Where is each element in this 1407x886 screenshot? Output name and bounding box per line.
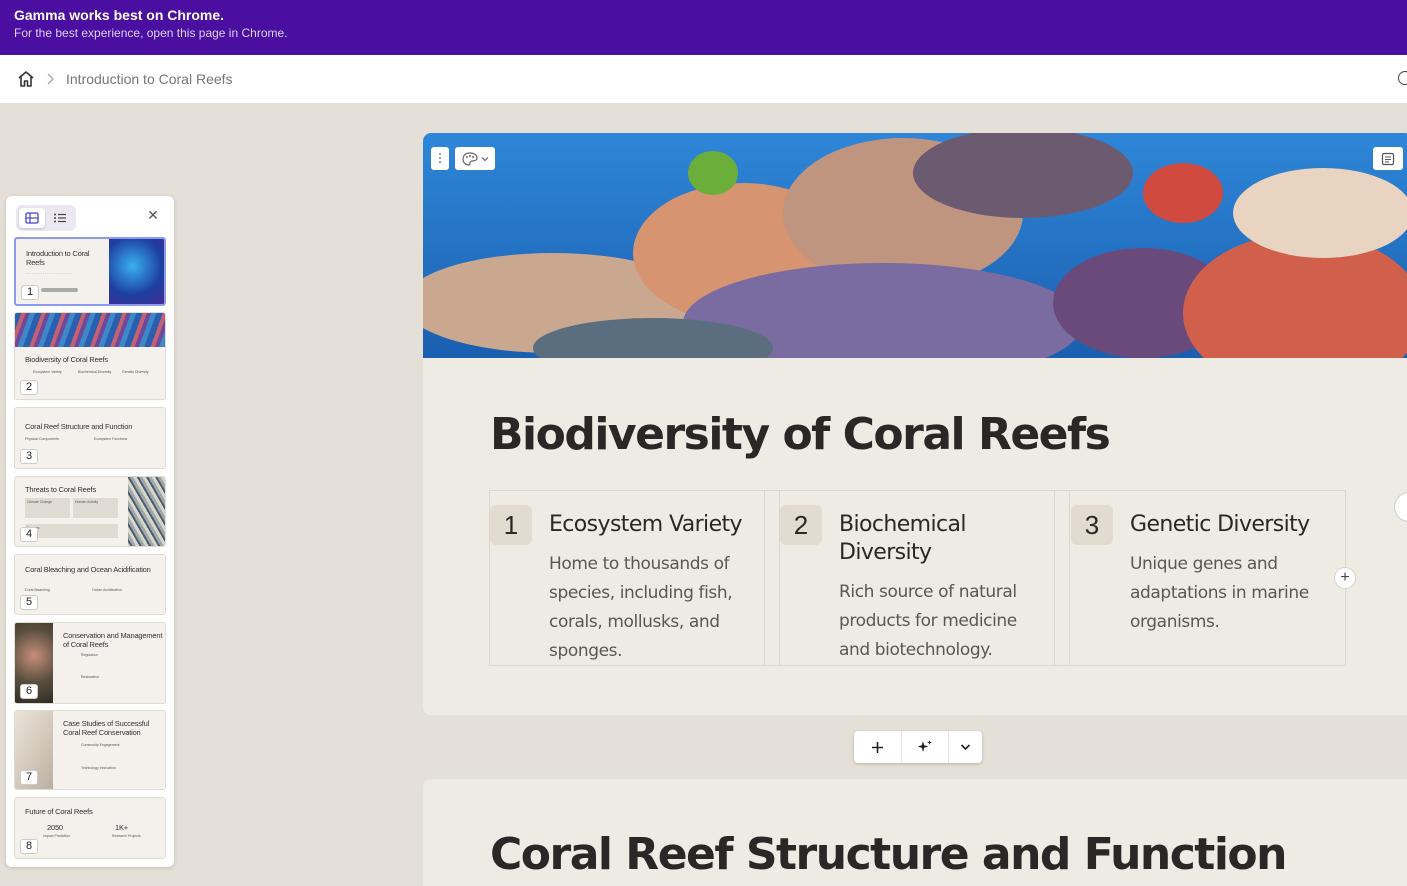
- thumb-title: Future of Coral Reefs: [25, 807, 93, 816]
- column-divider: [764, 491, 780, 665]
- thumb-item: Ecosystem Functions: [94, 437, 128, 441]
- thumb-title: Biodiversity of Coral Reefs: [25, 355, 108, 364]
- close-icon[interactable]: ✕: [146, 208, 160, 222]
- thumb-title: Threats to Coral Reefs: [25, 485, 97, 494]
- slide-number: 8: [20, 839, 38, 854]
- column-title[interactable]: Ecosystem Variety: [549, 511, 754, 539]
- slide-number: 3: [20, 449, 38, 464]
- list-icon: [54, 213, 66, 223]
- thumb-stat-label: Research Projects: [112, 834, 141, 838]
- add-card-button[interactable]: [854, 731, 901, 763]
- view-toggle: [16, 205, 76, 231]
- thumb-item: Coral Bleaching: [25, 588, 50, 592]
- slide-heading[interactable]: Coral Reef Structure and Function: [490, 829, 1287, 880]
- thumb-text: · · · · · · · · · · · · · · · · · · · · …: [26, 272, 73, 276]
- slide-number: 1: [21, 285, 39, 300]
- home-icon[interactable]: [17, 70, 35, 88]
- top-bar: Introduction to Coral Reefs: [0, 55, 1407, 104]
- thumb-image: [15, 313, 165, 347]
- column-number: 2: [780, 505, 822, 545]
- thumb-item: Ocean Acidification: [92, 588, 122, 592]
- slide-thumbnail-6[interactable]: Conservation and Management of Coral Ree…: [14, 622, 166, 704]
- palette-icon: [461, 151, 478, 166]
- banner-title: Gamma works best on Chrome.: [14, 7, 225, 23]
- slide-card-biodiversity[interactable]: ⋮ Biodiversity of Coral Reefs 1 Ecosyste…: [423, 133, 1407, 715]
- grid-icon: [25, 212, 39, 224]
- add-card-toolbar: [854, 731, 982, 763]
- column-title[interactable]: Genetic Diversity: [1130, 511, 1335, 539]
- slide-number: 2: [20, 380, 38, 395]
- column-title[interactable]: Biochemical Diversity: [839, 511, 1044, 567]
- thumb-title: Conservation and Management of Coral Ree…: [63, 631, 163, 649]
- thumb-image: [128, 477, 165, 546]
- slide-number: 5: [20, 595, 38, 610]
- coral-reef-image: [423, 133, 1407, 358]
- column-divider: [1054, 491, 1070, 665]
- card-menu-button[interactable]: ⋮: [431, 147, 449, 170]
- slide-number: 4: [20, 527, 38, 542]
- speaker-notes-button[interactable]: [1373, 147, 1403, 170]
- slide-number: 6: [20, 684, 38, 699]
- thumb-stat: 2050: [47, 823, 63, 832]
- slide-thumbnail-5[interactable]: Coral Bleaching and Ocean Acidification …: [14, 554, 166, 615]
- ai-generate-button[interactable]: [902, 731, 948, 763]
- columns-block: 1 Ecosystem Variety Home to thousands of…: [489, 490, 1346, 666]
- column-number: 1: [490, 505, 532, 545]
- card-style-button[interactable]: [455, 147, 495, 170]
- slide-thumbnail-panel: ✕ Introduction to Coral Reefs · · · · · …: [6, 196, 174, 867]
- slide-thumbnail-2[interactable]: Biodiversity of Coral Reefs Ecosystem Va…: [14, 312, 166, 400]
- thumb-box: Species: [25, 524, 118, 538]
- hero-image: [423, 133, 1407, 358]
- chevron-right-icon: [47, 73, 54, 85]
- column-3[interactable]: 3 Genetic Diversity Unique genes and ada…: [1071, 491, 1345, 665]
- thumb-stat-label: Impact Prediction: [43, 834, 71, 838]
- grid-view-button[interactable]: [19, 208, 45, 228]
- slide-thumbnail-8[interactable]: Future of Coral Reefs 2050 1K+ Impact Pr…: [14, 797, 166, 859]
- thumb-item: Technology Innovation: [81, 766, 116, 770]
- thumb-title: Introduction to Coral Reefs: [26, 249, 90, 267]
- banner-subtitle: For the best experience, open this page …: [14, 26, 288, 40]
- chrome-recommendation-banner: Gamma works best on Chrome. For the best…: [0, 0, 1407, 55]
- thumb-item: Climate Change: [27, 500, 53, 504]
- sparkle-icon: [917, 740, 932, 752]
- thumb-button: [41, 288, 78, 292]
- plus-icon: [872, 741, 883, 753]
- slide-thumbnail-1[interactable]: Introduction to Coral Reefs · · · · · · …: [14, 237, 166, 306]
- share-icon[interactable]: [1398, 71, 1407, 85]
- column-number: 3: [1071, 505, 1113, 545]
- column-1[interactable]: 1 Ecosystem Variety Home to thousands of…: [490, 491, 764, 665]
- column-body[interactable]: Unique genes and adaptations in marine o…: [1130, 550, 1340, 637]
- thumb-box: Climate Change: [25, 498, 70, 518]
- more-options-button[interactable]: [949, 731, 982, 763]
- thumb-item: Ecosystem Variety: [33, 370, 62, 374]
- thumb-item: Community Engagement: [81, 743, 120, 747]
- slide-thumbnail-4[interactable]: Threats to Coral Reefs Climate Change Hu…: [14, 476, 166, 547]
- thumb-item: Restoration: [81, 675, 99, 679]
- thumb-item: Physical Components: [25, 437, 59, 441]
- breadcrumb[interactable]: Introduction to Coral Reefs: [66, 71, 233, 87]
- thumb-image: [109, 239, 164, 304]
- thumb-title: Case Studies of Successful Coral Reef Co…: [63, 719, 150, 737]
- column-body[interactable]: Rich source of natural products for medi…: [839, 578, 1049, 665]
- thumb-title: Coral Bleaching and Ocean Acidification: [25, 565, 151, 574]
- chevron-down-icon: [960, 744, 971, 751]
- slide-thumbnail-3[interactable]: Coral Reef Structure and Function Physic…: [14, 407, 166, 469]
- thumb-item: Regulation: [81, 653, 98, 657]
- slide-thumbnail-7[interactable]: Case Studies of Successful Coral Reef Co…: [14, 710, 166, 790]
- column-body[interactable]: Home to thousands of species, including …: [549, 550, 759, 666]
- list-view-button[interactable]: [47, 208, 73, 228]
- thumb-item: Genetic Diversity: [122, 370, 149, 374]
- column-2[interactable]: 2 Biochemical Diversity Rich source of n…: [780, 491, 1054, 665]
- add-column-button[interactable]: +: [1334, 567, 1356, 589]
- thumb-box: Human Activity: [73, 498, 118, 518]
- slide-heading[interactable]: Biodiversity of Coral Reefs: [490, 409, 1111, 460]
- thumb-item: Biochemical Diversity: [78, 370, 112, 374]
- slide-card-structure[interactable]: Coral Reef Structure and Function: [423, 779, 1407, 886]
- chevron-down-icon: [481, 156, 488, 161]
- notes-icon: [1381, 152, 1395, 165]
- thumb-title: Coral Reef Structure and Function: [25, 422, 133, 431]
- thumb-stat: 1K+: [115, 823, 128, 832]
- slide-number: 7: [20, 770, 38, 785]
- thumb-item: Human Activity: [75, 500, 99, 504]
